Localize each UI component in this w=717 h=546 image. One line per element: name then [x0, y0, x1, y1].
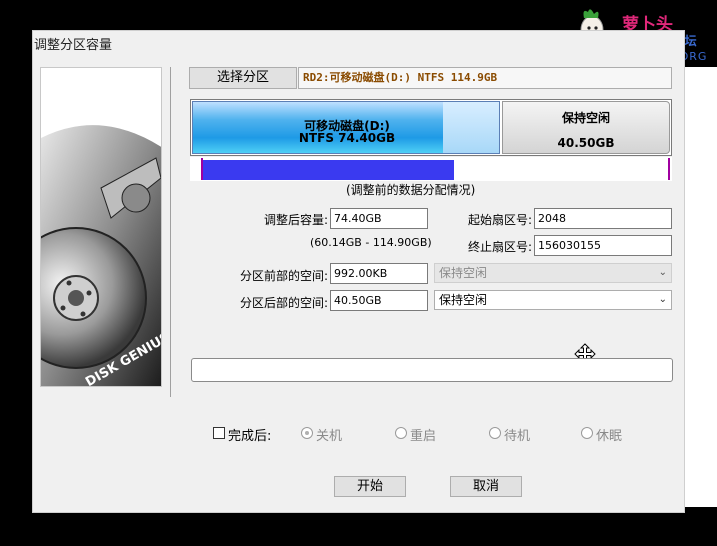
- disk-info-display: RD2:可移动磁盘(D:) NTFS 114.9GB: [298, 67, 672, 89]
- vertical-divider: [170, 67, 171, 397]
- after-space-select[interactable]: 保持空闲 ⌄: [434, 290, 672, 310]
- partition-free-size: 40.50GB: [557, 136, 615, 150]
- radio-restart-label: 重启: [410, 429, 437, 444]
- start-sector-input[interactable]: 2048: [534, 208, 672, 229]
- after-completion-checkbox[interactable]: [213, 427, 225, 439]
- before-space-input[interactable]: 992.00KB: [330, 263, 428, 284]
- after-space-label: 分区后部的空间:: [239, 296, 328, 310]
- cancel-button[interactable]: 取消: [450, 476, 522, 497]
- partition-used-detail: NTFS 74.40GB: [298, 131, 396, 145]
- dialog-title: 调整分区容量: [34, 38, 113, 53]
- after-space-select-value: 保持空闲: [439, 293, 488, 307]
- radio-standby-label: 待机: [504, 429, 531, 444]
- end-sector-input[interactable]: 156030155: [534, 235, 672, 256]
- before-space-label: 分区前部的空间:: [239, 269, 328, 283]
- new-size-label: 调整后容量:: [263, 213, 328, 227]
- chevron-down-icon: ⌄: [658, 267, 667, 278]
- radio-hibernate-label: 休眠: [596, 429, 623, 444]
- progress-bar: [191, 358, 673, 382]
- start-sector-label: 起始扇区号:: [467, 213, 532, 227]
- radio-restart[interactable]: [395, 427, 407, 439]
- layout-left-marker: [201, 158, 203, 180]
- size-range-hint: (60.14GB - 114.90GB): [310, 236, 432, 249]
- layout-right-marker: [668, 158, 670, 180]
- select-partition-button[interactable]: 选择分区: [189, 67, 297, 89]
- before-space-select-value: 保持空闲: [439, 266, 488, 280]
- before-space-select: 保持空闲 ⌄: [434, 263, 672, 283]
- start-button[interactable]: 开始: [334, 476, 406, 497]
- partition-segment-highlight: [443, 102, 499, 153]
- disk-genius-image: DISK GENIUS: [40, 67, 162, 387]
- layout-caption: (调整前的数据分配情况): [346, 183, 476, 197]
- new-size-input[interactable]: 74.40GB: [330, 208, 428, 229]
- hard-disk-icon: DISK GENIUS: [41, 68, 161, 386]
- radio-standby[interactable]: [489, 427, 501, 439]
- after-space-input[interactable]: 40.50GB: [330, 290, 428, 311]
- radio-hibernate[interactable]: [581, 427, 593, 439]
- radio-shutdown[interactable]: [301, 427, 313, 439]
- radio-shutdown-label: 关机: [316, 429, 343, 444]
- chevron-down-icon: ⌄: [658, 294, 667, 305]
- data-layout-used-bar: [202, 160, 454, 180]
- background-window-edge: [685, 67, 717, 507]
- after-completion-label: 完成后:: [228, 429, 272, 444]
- end-sector-label: 终止扇区号:: [467, 240, 532, 254]
- partition-free-name: 保持空闲: [561, 111, 610, 125]
